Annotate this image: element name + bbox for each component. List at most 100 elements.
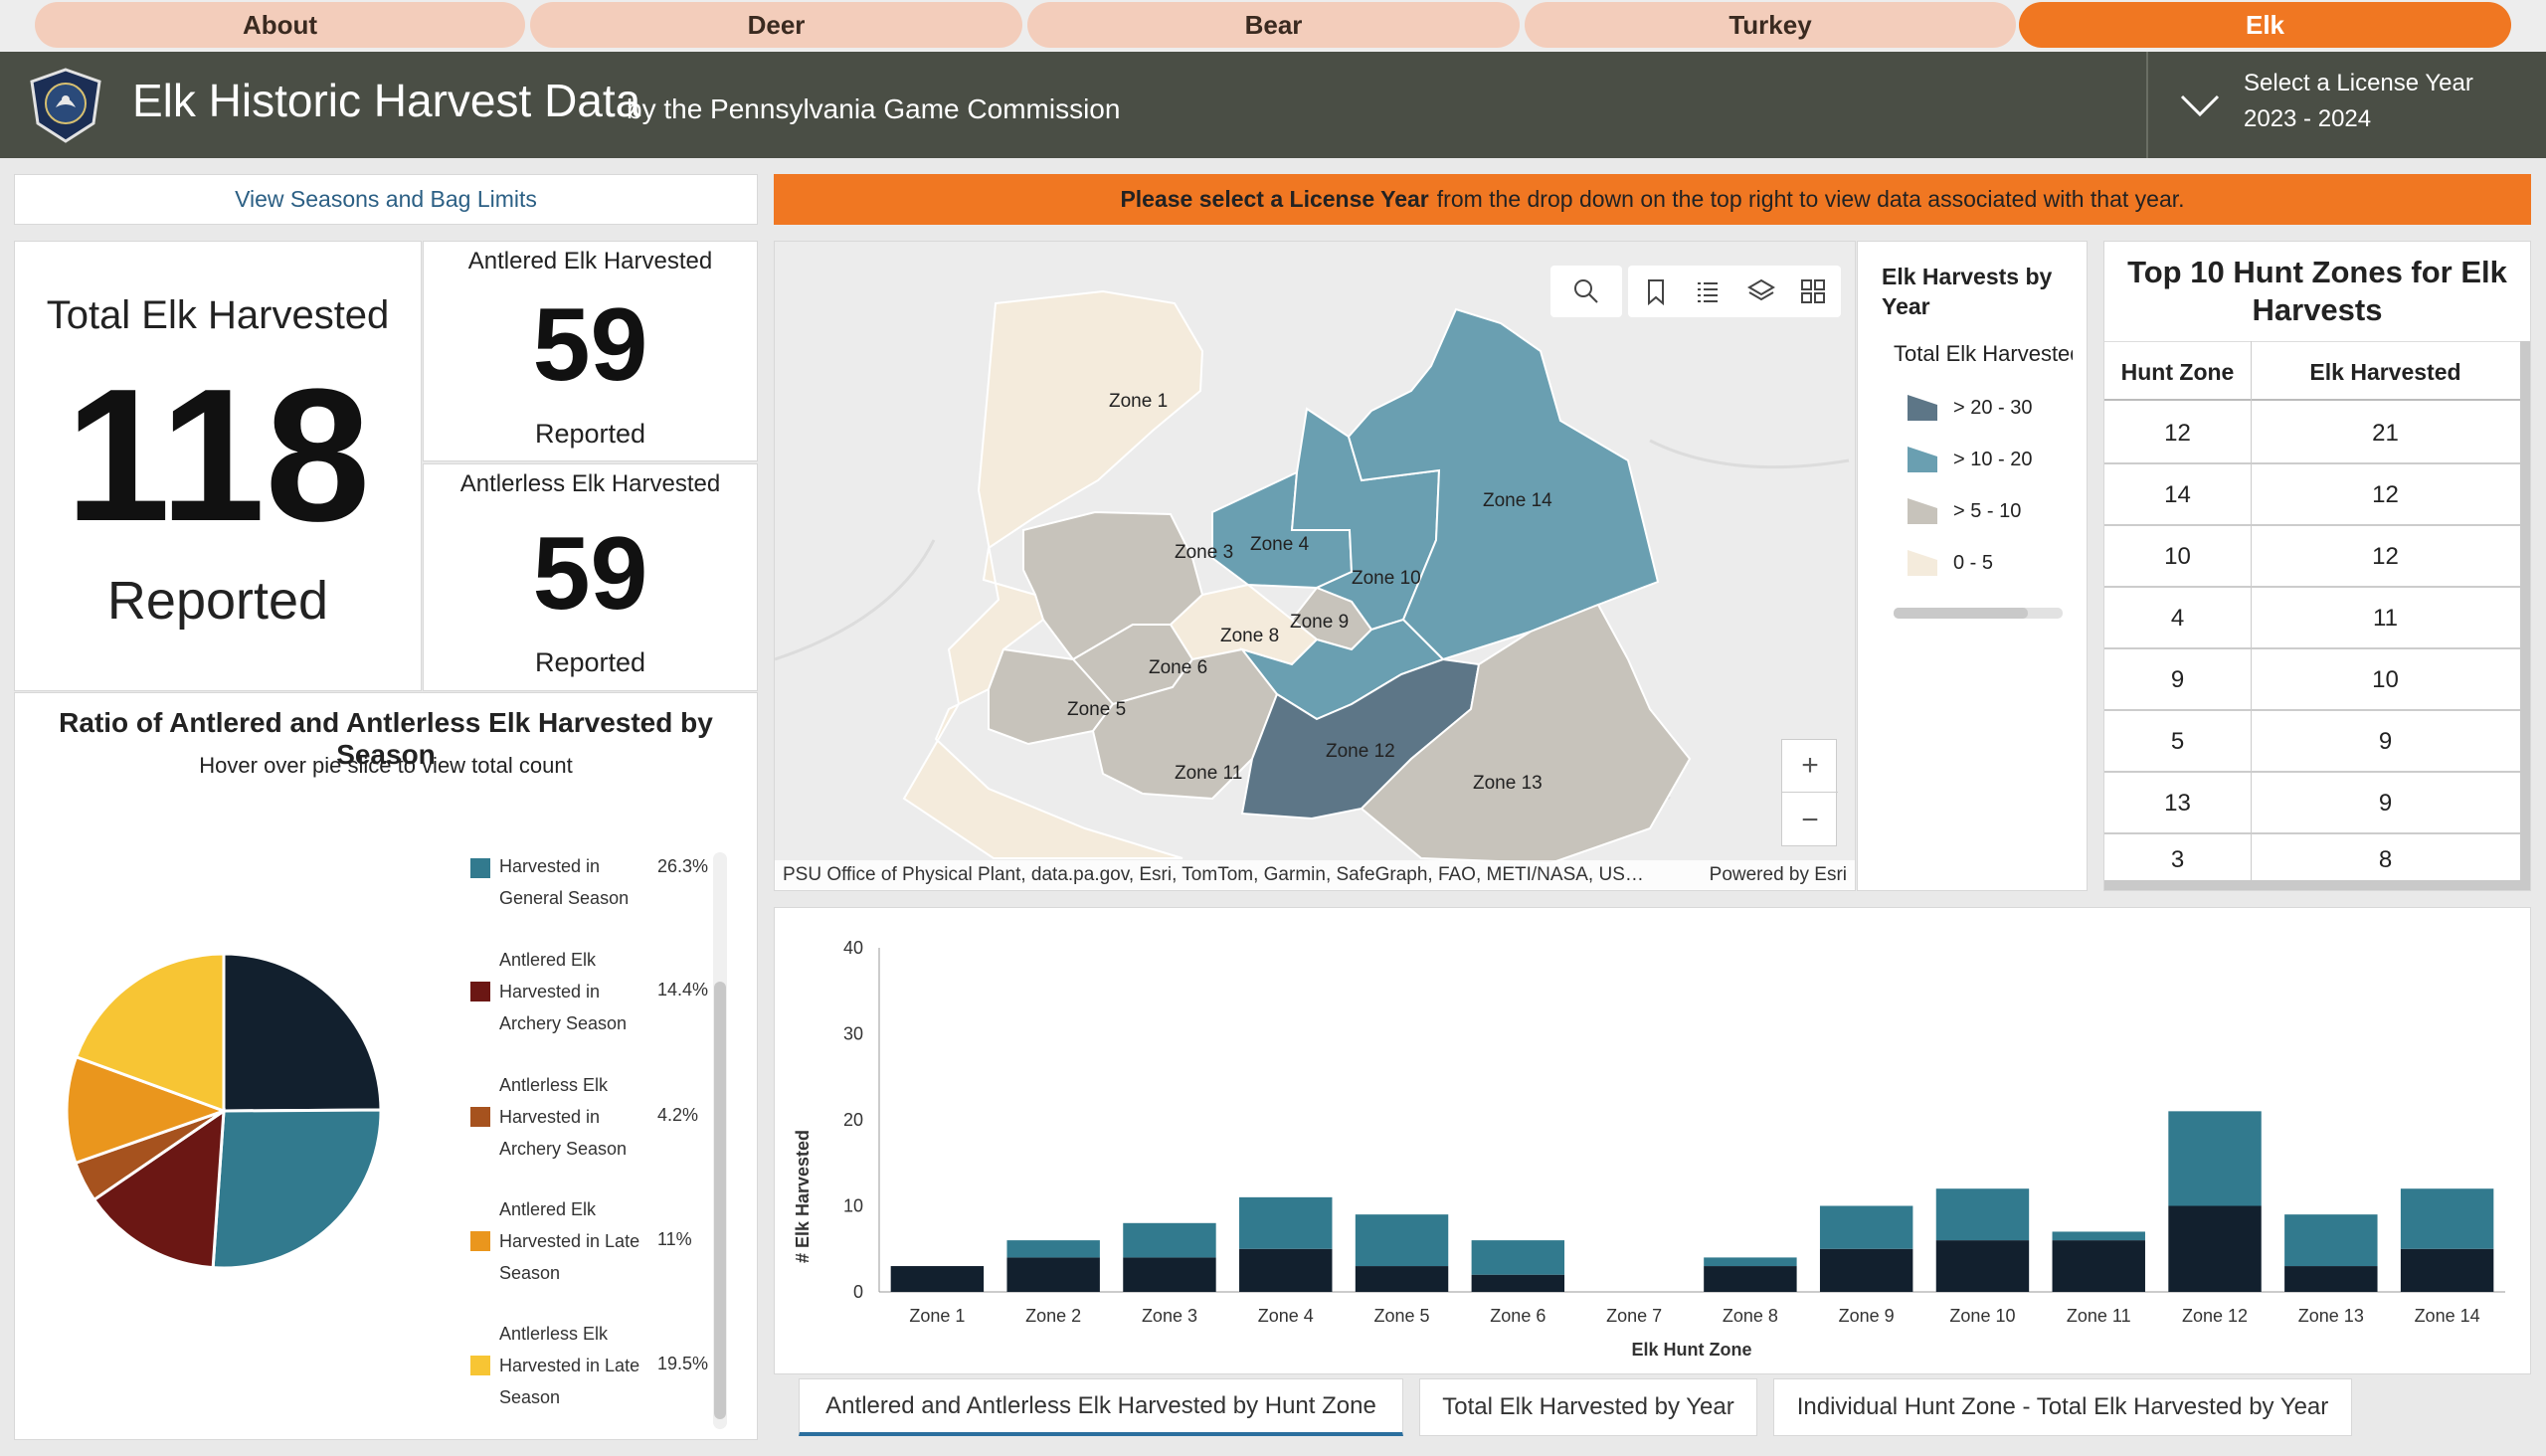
seasons-link[interactable]: View Seasons and Bag Limits <box>14 174 758 225</box>
table-row[interactable]: 9 10 <box>2104 649 2520 711</box>
bar-segment[interactable] <box>1704 1257 1797 1267</box>
legend-class-label: > 10 - 20 <box>1953 449 2033 470</box>
x-tick-label: Zone 6 <box>1490 1306 1546 1326</box>
bar-segment[interactable] <box>2052 1231 2145 1241</box>
zone-label: Zone 4 <box>1250 534 1310 555</box>
bar-segment[interactable] <box>1355 1266 1449 1292</box>
bar-segment[interactable] <box>1355 1214 1449 1267</box>
bar-segment[interactable] <box>2168 1111 2262 1206</box>
zone-label: Zone 9 <box>1290 612 1349 633</box>
license-year-dropdown[interactable]: Select a License Year 2023 - 2024 <box>2146 52 2546 158</box>
table-row[interactable]: 4 11 <box>2104 588 2520 649</box>
bar-segment[interactable] <box>2400 1188 2494 1249</box>
bar-segment[interactable] <box>1819 1248 1913 1292</box>
cell-zone: 9 <box>2170 666 2185 693</box>
tab-deer[interactable]: Deer <box>530 2 1022 48</box>
zone-label: Zone 1 <box>1109 391 1168 412</box>
cell-zone: 3 <box>2170 846 2185 873</box>
layers-icon[interactable] <box>1745 275 1777 307</box>
map-attribution: PSU Office of Physical Plant, data.pa.go… <box>775 860 1855 890</box>
x-tick-label: Zone 12 <box>2182 1306 2248 1326</box>
antlerless-elk-caption: Reported <box>534 647 646 677</box>
hunt-zone-map[interactable]: Zone 1 Zone 3 Zone 4 Zone 10 Zone 14 Zon… <box>774 241 1856 891</box>
antlerless-elk-value: 59 <box>532 516 648 632</box>
top-zones-table-panel: Top 10 Hunt Zones for Elk Harvests Hunt … <box>2103 241 2531 891</box>
list-icon[interactable] <box>1692 275 1724 307</box>
bar-segment[interactable] <box>2284 1214 2378 1267</box>
tab-harvest-by-hunt-zone[interactable]: Antlered and Antlerless Elk Harvested by… <box>799 1378 1403 1436</box>
y-tick-label: 10 <box>843 1196 863 1216</box>
tab-bear[interactable]: Bear <box>1027 2 1520 48</box>
header-hunt-zone[interactable]: Hunt Zone <box>2104 359 2251 386</box>
legend-scrollbar[interactable] <box>1894 608 2063 619</box>
table-vertical-scrollbar[interactable] <box>2520 341 2530 890</box>
bar-segment[interactable] <box>1935 1240 2030 1292</box>
tab-individual-zone-by-year[interactable]: Individual Hunt Zone - Total Elk Harvest… <box>1773 1378 2352 1436</box>
x-tick-label: Zone 5 <box>1374 1306 1430 1326</box>
bar-segment[interactable] <box>1123 1257 1216 1292</box>
cell-zone: 14 <box>2164 481 2191 508</box>
bar-segment[interactable] <box>2052 1240 2145 1292</box>
x-tick-label: Zone 2 <box>1025 1306 1081 1326</box>
table-row[interactable]: 59 <box>2104 711 2520 773</box>
zoom-in-button[interactable]: + <box>1782 740 1838 793</box>
legend-title: Elk Harvests by Year <box>1882 264 2053 319</box>
column-divider <box>2251 341 2252 890</box>
legend-scrollbar[interactable] <box>713 852 727 1429</box>
zoom-out-button[interactable]: − <box>1782 794 1838 846</box>
license-year-value: 2023 - 2024 <box>2244 105 2372 132</box>
map-canvas[interactable]: Zone 1 Zone 3 Zone 4 Zone 10 Zone 14 Zon… <box>775 242 1856 891</box>
cell-count: 9 <box>2378 790 2393 817</box>
legend-field: Total Elk Harvested <box>1894 341 2073 366</box>
powered-by-esri[interactable]: Powered by Esri <box>1710 864 1847 886</box>
bar-segment[interactable] <box>1239 1248 1333 1292</box>
legend-label: Antlered Elk Harvested in Late Season <box>499 1199 640 1283</box>
bar-segment[interactable] <box>2400 1248 2494 1292</box>
total-elk-value: 118 <box>65 350 371 561</box>
table-row[interactable]: 10 12 <box>2104 526 2520 588</box>
cell-count: 21 <box>2372 420 2399 447</box>
map-legend: Elk Harvests by Year Total Elk Harvested… <box>1857 241 2088 891</box>
x-tick-label: Zone 14 <box>2415 1306 2480 1326</box>
bar-segment[interactable] <box>1006 1240 1100 1258</box>
bar-segment[interactable] <box>1819 1205 1913 1249</box>
tab-about[interactable]: About <box>35 2 525 48</box>
y-tick-label: 40 <box>843 938 863 958</box>
antlered-elk-card: Antlered Elk Harvested 59 Reported <box>423 241 758 461</box>
total-elk-title: Total Elk Harvested <box>46 293 390 337</box>
hunt-zone-bar-chart[interactable]: 0 10 20 30 40 Zone 1 Zone 2 Zone 3 Zone 4 Zone 5 Z… <box>775 908 2532 1375</box>
table-row[interactable]: 14 12 <box>2104 464 2520 526</box>
bookmark-icon[interactable] <box>1640 275 1672 307</box>
zone-label: Zone 11 <box>1175 763 1242 784</box>
basemap-gallery-icon[interactable] <box>1797 275 1829 307</box>
bar-segment[interactable] <box>1123 1222 1216 1258</box>
legend-class-label: > 5 - 10 <box>1953 500 2022 522</box>
antlerless-elk-card: Antlerless Elk Harvested 59 Reported <box>423 463 758 691</box>
tab-turkey[interactable]: Turkey <box>1525 2 2016 48</box>
bar-segment[interactable] <box>1471 1240 1565 1275</box>
tab-total-by-year[interactable]: Total Elk Harvested by Year <box>1419 1378 1757 1436</box>
table-row[interactable]: 12 21 <box>2104 403 2520 464</box>
pie-slice-1[interactable] <box>211 1108 383 1270</box>
bar-segment[interactable] <box>1471 1274 1565 1292</box>
pie-slice-0[interactable] <box>222 952 383 1113</box>
bar-segment[interactable] <box>1006 1257 1100 1292</box>
tab-elk[interactable]: Elk <box>2019 2 2511 48</box>
bar-segment[interactable] <box>1704 1266 1797 1292</box>
total-elk-caption: Reported <box>106 571 329 631</box>
header-elk-harvested[interactable]: Elk Harvested <box>2251 359 2520 386</box>
legend-swatch <box>470 982 490 1001</box>
bar-segment[interactable] <box>1935 1188 2030 1241</box>
table-row[interactable]: 13 9 <box>2104 773 2520 834</box>
season-pie-chart[interactable] <box>55 942 393 1280</box>
cell-count: 10 <box>2372 666 2399 693</box>
bar-segment[interactable] <box>1239 1196 1333 1249</box>
legend-swatch <box>470 1231 490 1251</box>
bar-segment[interactable] <box>2168 1205 2262 1293</box>
cell-count: 11 <box>2373 605 2398 632</box>
bar-segment[interactable] <box>2284 1266 2378 1292</box>
table-horizontal-scrollbar[interactable] <box>2104 880 2520 890</box>
search-icon[interactable] <box>1570 275 1602 307</box>
bar-segment[interactable] <box>890 1266 985 1292</box>
attribution-text: PSU Office of Physical Plant, data.pa.go… <box>783 864 1644 885</box>
